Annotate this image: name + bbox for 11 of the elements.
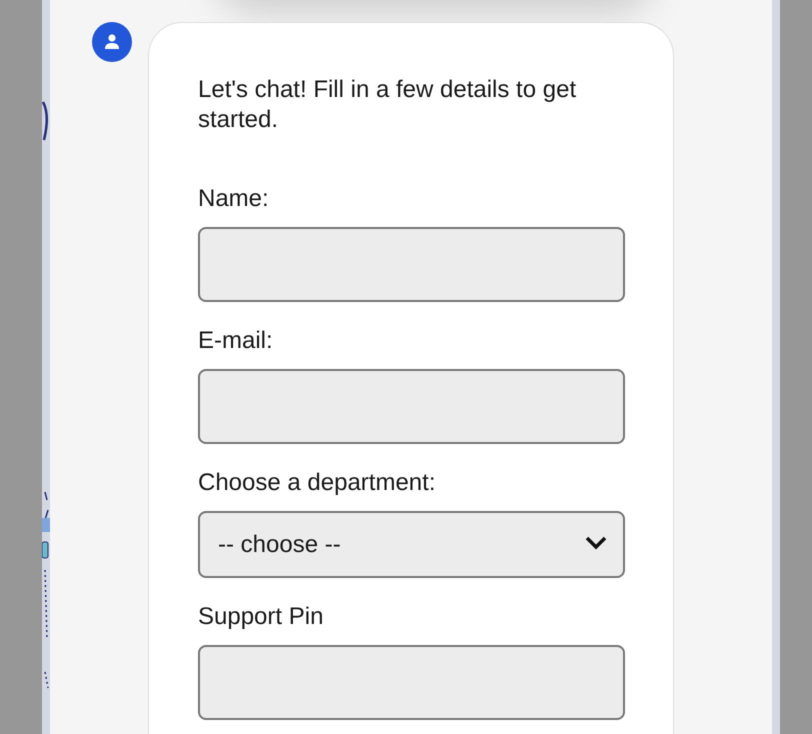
input-field[interactable] — [198, 645, 625, 720]
field-label: E-mail: — [198, 327, 274, 355]
input-field[interactable] — [198, 369, 625, 444]
intro-text: Let's chat! Fill in a few details to get started. — [198, 75, 578, 135]
field-label: Choose a department: — [198, 469, 436, 497]
input-field[interactable] — [198, 227, 625, 302]
chevron-down-icon — [585, 536, 607, 550]
field-label: Support Pin — [198, 603, 324, 631]
person-icon — [105, 34, 119, 50]
department-select[interactable]: -- choose -- — [198, 511, 625, 578]
field-label: Name: — [198, 185, 270, 213]
